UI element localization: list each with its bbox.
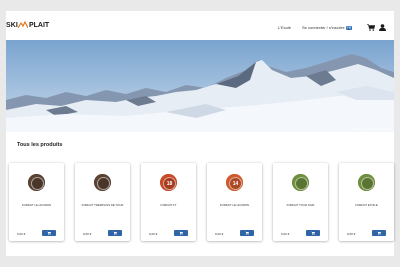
product-badge-number xyxy=(295,177,308,190)
product-price: 9,00 € xyxy=(215,232,224,236)
add-to-cart-button[interactable] xyxy=(42,230,56,236)
site-logo[interactable]: SKI PLAIT xyxy=(6,21,49,29)
page: SKI PLAIT L'Ecole Se connecter / s'inscr… xyxy=(6,11,394,256)
product-card[interactable]: FORFAIT ETOILE 9,00 € xyxy=(339,163,394,241)
cart-icon xyxy=(311,231,315,235)
product-badge-icon xyxy=(292,174,309,191)
hero-banner: Photo : Ski Plait / Mont Blanc xyxy=(6,40,394,132)
product-badge-icon xyxy=(28,174,45,191)
mountain-panorama-image xyxy=(6,40,394,132)
product-name: FORFAIT LE HOURON xyxy=(21,203,52,207)
product-badge-icon xyxy=(358,174,375,191)
product-name: FORFAIT FT xyxy=(160,203,177,207)
product-price: 9,00 € xyxy=(347,232,356,236)
section-title: Tous les produits xyxy=(17,142,63,148)
product-name: FORFAIT TOUR NIVE xyxy=(286,203,315,207)
product-name: FORFAIT TREMPLINS DE TOUR xyxy=(81,203,124,207)
add-to-cart-button[interactable] xyxy=(174,230,188,236)
product-grid: FORFAIT LE HOURON 9,00 € FORFAIT TREMPLI… xyxy=(7,163,394,250)
product-card[interactable]: FORFAIT TOUR NIVE 9,00 € xyxy=(273,163,328,241)
product-badge-number xyxy=(97,177,110,190)
product-badge-number: 14 xyxy=(229,177,242,190)
hero-photo-credit: Photo : Ski Plait / Mont Blanc xyxy=(352,127,391,131)
product-card[interactable]: 18 FORFAIT FT 9,00 € xyxy=(141,163,196,241)
product-price: 9,00 € xyxy=(17,232,26,236)
cart-icon xyxy=(113,231,117,235)
product-badge-number: 18 xyxy=(163,177,176,190)
add-to-cart-button[interactable] xyxy=(306,230,320,236)
product-price: 9,00 € xyxy=(149,232,158,236)
product-card[interactable]: 14 FORFAIT LE HOURON 9,00 € xyxy=(207,163,262,241)
product-badge-icon: 18 xyxy=(160,174,177,191)
nav-link-login[interactable]: Se connecter / s'inscrire FR xyxy=(302,25,353,30)
user-icon[interactable] xyxy=(379,24,386,31)
add-to-cart-button[interactable] xyxy=(240,230,254,236)
site-header: SKI PLAIT L'Ecole Se connecter / s'inscr… xyxy=(6,11,394,40)
product-badge-icon: 14 xyxy=(226,174,243,191)
mountain-logo-icon xyxy=(18,21,29,29)
product-card[interactable]: FORFAIT TREMPLINS DE TOUR 9,00 € xyxy=(75,163,130,241)
product-badge-number xyxy=(361,177,374,190)
product-price: 9,00 € xyxy=(281,232,290,236)
logo-text-left: SKI xyxy=(6,21,18,29)
language-badge[interactable]: FR xyxy=(345,26,353,30)
nav-link-login-label: Se connecter / s'inscrire xyxy=(302,25,345,30)
logo-text-right: PLAIT xyxy=(28,21,50,29)
add-to-cart-button[interactable] xyxy=(372,230,386,236)
product-badge-icon xyxy=(94,174,111,191)
cart-icon xyxy=(245,231,249,235)
cart-icon xyxy=(47,231,51,235)
product-name: FORFAIT ETOILE xyxy=(355,203,378,207)
cart-icon[interactable] xyxy=(367,24,375,31)
nav-link-school[interactable]: L'Ecole xyxy=(278,25,291,30)
product-name: FORFAIT LE HOURON xyxy=(219,203,250,207)
product-card[interactable]: FORFAIT LE HOURON 9,00 € xyxy=(9,163,64,241)
cart-icon xyxy=(179,231,183,235)
product-badge-number xyxy=(31,177,44,190)
product-price: 9,00 € xyxy=(83,232,92,236)
cart-icon xyxy=(377,231,381,235)
add-to-cart-button[interactable] xyxy=(108,230,122,236)
